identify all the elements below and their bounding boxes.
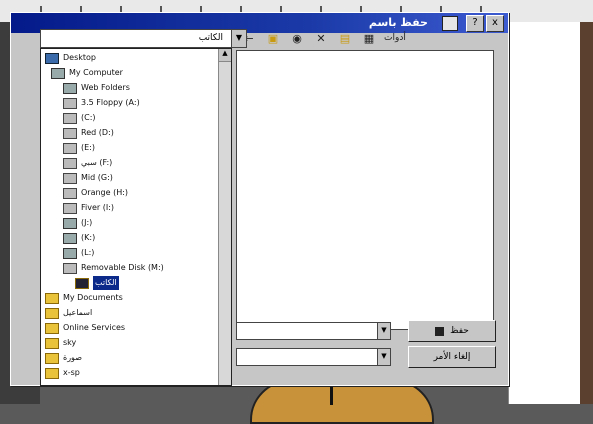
list-item[interactable]: سبي (F:) — [63, 156, 112, 170]
list-item-label: (K:) — [81, 233, 96, 242]
list-item[interactable]: My Computer — [51, 66, 123, 80]
cancel-button-label: إلغاء الأمر — [433, 352, 471, 362]
list-item-label: (L:) — [81, 248, 95, 257]
search-web-icon[interactable]: ◉ — [288, 30, 306, 46]
list-item[interactable]: Removable Disk (M:) — [63, 261, 164, 275]
folder-icon — [45, 292, 59, 304]
filename-field[interactable] — [236, 322, 378, 340]
list-item[interactable]: x-sp — [45, 366, 80, 380]
drive-icon — [63, 127, 77, 139]
folder-icon — [75, 277, 89, 289]
list-item-label: sky — [63, 338, 77, 347]
list-item-label: اسماعيل — [63, 308, 93, 317]
list-item[interactable]: Web Folders — [63, 81, 130, 95]
document-scrollbar[interactable] — [580, 22, 593, 404]
drive-icon — [63, 172, 77, 184]
cd-icon — [63, 247, 77, 259]
list-item-label: Orange (H:) — [81, 188, 129, 197]
folder-icon — [45, 367, 59, 379]
folder-icon — [45, 307, 59, 319]
list-item-label: Desktop — [63, 53, 96, 62]
list-item-label: Online Services — [63, 323, 126, 332]
list-item-label: سبي (F:) — [81, 158, 113, 167]
list-item[interactable]: Orange (H:) — [63, 186, 128, 200]
save-button-label: حفظ — [450, 326, 469, 336]
background-document — [508, 22, 593, 404]
list-item[interactable]: Fiver (I:) — [63, 201, 114, 215]
list-item-label: صورة — [63, 353, 82, 362]
list-item[interactable]: Desktop — [45, 51, 96, 65]
list-item-label: Removable Disk (M:) — [81, 263, 164, 272]
chevron-down-icon[interactable]: ▼ — [231, 29, 247, 48]
chevron-down-icon[interactable]: ▼ — [377, 348, 391, 366]
help-button[interactable]: ? — [466, 15, 484, 32]
list-item[interactable]: (L:) — [63, 246, 94, 260]
list-item[interactable]: اسماعيل — [45, 306, 92, 320]
list-item-label: Web Folders — [81, 83, 130, 92]
list-item[interactable]: (J:) — [63, 216, 92, 230]
views-icon[interactable]: ▦ — [360, 30, 378, 46]
removable-disk-icon — [63, 262, 77, 274]
list-item-label: Red (D:) — [81, 128, 114, 137]
list-item[interactable]: (K:) — [63, 231, 95, 245]
location-combo[interactable]: الكاتب ▼ — [40, 29, 247, 48]
list-item-label: (E:) — [81, 143, 95, 152]
folder-icon — [45, 322, 59, 334]
drive-icon — [63, 157, 77, 169]
list-item-label: (C:) — [81, 113, 96, 122]
file-type-field[interactable] — [236, 348, 378, 366]
drive-icon — [63, 202, 77, 214]
scroll-up-icon[interactable]: ▲ — [219, 49, 231, 62]
background-cartoon — [250, 380, 434, 424]
list-item[interactable]: 3.5 Floppy (A:) — [63, 96, 140, 110]
background-cartoon-line — [330, 385, 333, 405]
cancel-button[interactable]: إلغاء الأمر — [408, 346, 496, 368]
delete-icon[interactable]: ✕ — [312, 30, 330, 46]
dialog-icon — [442, 16, 458, 31]
tools-menu[interactable]: أدوات — [384, 33, 406, 43]
list-item[interactable]: Online Services — [45, 321, 125, 335]
dialog-toolbar: ← ▣ ◉ ✕ ▤ ▦ أدوات — [240, 27, 406, 49]
list-item-label: (J:) — [81, 218, 93, 227]
new-folder-icon[interactable]: ▤ — [336, 30, 354, 46]
list-item[interactable]: صورة — [45, 351, 82, 365]
list-item-label: My Computer — [69, 68, 123, 77]
list-item[interactable]: Mid (G:) — [63, 171, 113, 185]
save-disk-icon — [435, 326, 445, 336]
file-list-pane[interactable] — [236, 50, 494, 330]
floppy-icon — [63, 97, 77, 109]
drive-icon — [63, 112, 77, 124]
drive-icon — [63, 187, 77, 199]
list-item[interactable]: (E:) — [63, 141, 95, 155]
location-combo-value: الكاتب — [198, 33, 223, 43]
save-button[interactable]: حفظ — [408, 320, 496, 342]
list-item-label: x-sp — [63, 368, 80, 377]
dropdown-scrollbar[interactable]: ▲ — [218, 49, 231, 385]
desktop-icon — [45, 52, 59, 64]
cd-icon — [63, 217, 77, 229]
computer-icon — [51, 67, 65, 79]
list-item-label: 3.5 Floppy (A:) — [81, 98, 140, 107]
web-folders-icon — [63, 82, 77, 94]
cd-icon — [63, 232, 77, 244]
list-item-label: الكاتب — [93, 276, 119, 290]
location-dropdown-list[interactable]: ▲ Desktop My Computer Web Folders 3.5 Fl… — [40, 48, 232, 386]
list-item-label: My Documents — [63, 293, 123, 302]
folder-icon — [45, 337, 59, 349]
folder-icon — [45, 352, 59, 364]
chevron-down-icon[interactable]: ▼ — [377, 322, 391, 340]
list-item[interactable]: My Documents — [45, 291, 123, 305]
close-button[interactable]: x — [486, 15, 504, 32]
list-item[interactable]: Red (D:) — [63, 126, 114, 140]
up-folder-icon[interactable]: ▣ — [264, 30, 282, 46]
list-item-label: Fiver (I:) — [81, 203, 115, 212]
list-item-selected[interactable]: الكاتب — [75, 276, 119, 290]
list-item[interactable]: sky — [45, 336, 76, 350]
list-item-label: Mid (G:) — [81, 173, 113, 182]
list-item[interactable]: (C:) — [63, 111, 96, 125]
drive-icon — [63, 142, 77, 154]
